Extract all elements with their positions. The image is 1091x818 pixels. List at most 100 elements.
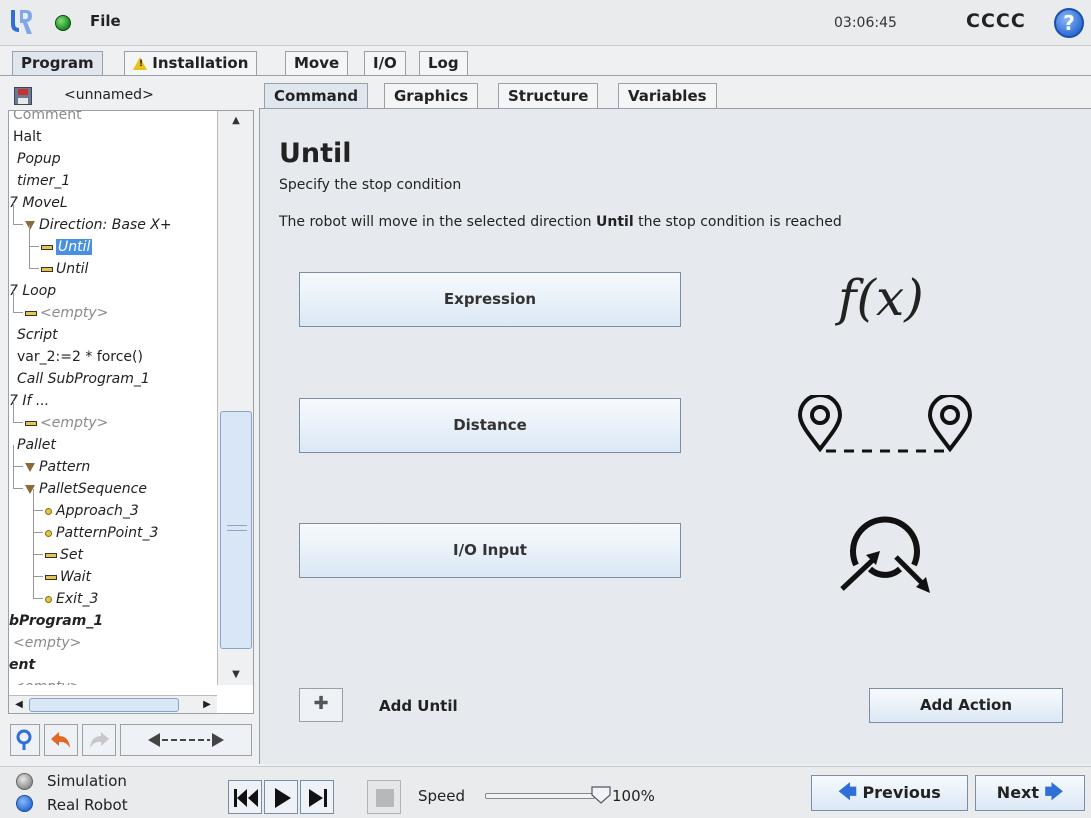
help-icon[interactable]: ? [1054, 8, 1084, 38]
tree-connector [13, 291, 23, 313]
stop-button[interactable] [367, 780, 401, 814]
tree-node-label: Halt [13, 129, 42, 145]
scroll-left-arrow-icon[interactable]: ◀ [11, 696, 27, 713]
add-action-button[interactable]: Add Action [869, 688, 1063, 723]
next-label: Next [996, 783, 1040, 802]
footer-bar: Simulation Real Robot Speed 100% 🡄 Previ… [0, 766, 1091, 818]
tree-node-label: bProgram_1 [9, 613, 104, 629]
add-until-label: Add Until [379, 697, 458, 715]
robot-status-icon [55, 15, 71, 31]
tab-structure[interactable]: Structure [498, 83, 599, 108]
scroll-up-arrow-icon[interactable]: ▲ [218, 111, 253, 131]
tree-connector [33, 489, 43, 511]
io-input-button[interactable]: I/O Input [299, 523, 681, 578]
command-bar-icon [45, 574, 57, 580]
tab-variables[interactable]: Variables [618, 83, 717, 108]
tree-node[interactable]: <empty> [13, 676, 81, 685]
real-robot-label: Real Robot [47, 796, 128, 814]
tab-label: Program [21, 54, 94, 72]
tree-node[interactable]: Until [41, 258, 88, 280]
speed-slider[interactable] [485, 793, 595, 799]
move-node-icon[interactable] [120, 724, 252, 756]
file-menu[interactable]: File [90, 12, 121, 30]
tab-program[interactable]: Program [12, 51, 103, 76]
expand-triangle-icon [25, 462, 35, 472]
tree-node[interactable]: Call SubProgram_1 [17, 368, 150, 390]
simulation-radio[interactable] [16, 773, 33, 790]
tree-node[interactable]: Until [41, 236, 93, 258]
play-icon [275, 788, 291, 808]
tree-node[interactable]: bProgram_1 [9, 610, 103, 632]
tree-node-label: Comment [13, 111, 82, 123]
tab-installation[interactable]: ! Installation [124, 51, 258, 75]
command-bar-icon [45, 552, 57, 558]
next-button[interactable]: Next 🡆 [975, 775, 1085, 811]
tree-node[interactable]: PalletSequence [25, 478, 147, 500]
tab-label: Variables [628, 87, 707, 105]
tree-node-label: Direction: Base X+ [39, 217, 172, 233]
tree-node[interactable]: Script [17, 324, 58, 346]
tab-io[interactable]: I/O [364, 51, 406, 75]
tree-node[interactable]: timer_1 [17, 170, 70, 192]
tree-connector [13, 467, 23, 489]
rewind-button[interactable] [228, 780, 262, 814]
tab-move[interactable]: Move [285, 51, 349, 75]
tree-node[interactable]: PatternPoint_3 [45, 522, 158, 544]
tree-node[interactable]: Exit_3 [45, 588, 98, 610]
tree-connector [33, 511, 43, 533]
scroll-down-arrow-icon[interactable]: ▼ [218, 665, 253, 685]
scroll-right-arrow-icon[interactable]: ▶ [199, 696, 215, 713]
tree-node[interactable]: Pattern [25, 456, 90, 478]
step-icon [309, 789, 327, 807]
tree-node[interactable]: <empty> [25, 412, 108, 434]
scroll-thumb[interactable] [29, 698, 179, 712]
tree-node[interactable]: Halt [13, 126, 42, 148]
horizontal-scrollbar[interactable]: ◀ ▶ [9, 695, 217, 713]
rewind-icon [234, 789, 258, 807]
tree-node[interactable]: Wait [45, 566, 91, 588]
tree-node[interactable]: Approach_3 [45, 500, 139, 522]
redo-icon[interactable] [82, 724, 116, 756]
simulation-label: Simulation [47, 772, 127, 790]
step-button[interactable] [300, 780, 334, 814]
tree-node[interactable]: Comment [13, 111, 82, 126]
tree-node-label: PalletSequence [39, 481, 147, 497]
tree-node-label: Script [17, 327, 58, 343]
tree-node-label: Popup [17, 151, 61, 167]
real-robot-radio[interactable] [16, 795, 33, 812]
tree-node[interactable]: <empty> [13, 632, 81, 654]
command-bar-icon [25, 420, 37, 426]
tree-node[interactable]: var_2:=2 * force() [17, 346, 143, 368]
tree-node[interactable]: Set [45, 544, 83, 566]
arrow-right-icon: 🡆 [1044, 782, 1064, 803]
vertical-scrollbar[interactable]: ▲ ▼ [217, 111, 253, 685]
tree-node[interactable]: Popup [17, 148, 61, 170]
program-tree: Comment Halt Popup timer_1 7 MoveL Direction:… [8, 110, 254, 714]
tree-node-label: var_2:=2 * force() [17, 349, 143, 365]
scroll-thumb[interactable] [220, 411, 252, 649]
distance-button[interactable]: Distance [299, 398, 681, 453]
tree-node-label: Until [56, 261, 89, 277]
tree-node[interactable]: Direction: Base X+ [25, 214, 172, 236]
tab-command[interactable]: Command [264, 83, 369, 108]
tab-log[interactable]: Log [419, 51, 468, 75]
fx-symbol: f(x) [838, 269, 924, 327]
expression-button[interactable]: Expression [299, 272, 681, 327]
undo-icon[interactable] [44, 724, 78, 756]
add-until-button[interactable]: ✚ [299, 688, 343, 722]
previous-button[interactable]: 🡄 Previous [811, 775, 968, 811]
speed-slider-handle[interactable] [590, 785, 612, 805]
tree-node-label: Until [56, 239, 93, 255]
waypoint-dot-icon [45, 507, 52, 515]
tab-graphics[interactable]: Graphics [384, 83, 479, 108]
tree-node[interactable]: ent [9, 654, 35, 676]
search-icon[interactable] [10, 724, 40, 756]
tab-label: Move [294, 54, 340, 72]
tree-node[interactable]: <empty> [25, 302, 108, 324]
play-button[interactable] [264, 780, 298, 814]
stop-icon [376, 789, 394, 807]
tree-node-label: <empty> [13, 635, 82, 651]
tree-node-label: PatternPoint_3 [56, 525, 159, 541]
save-icon[interactable] [14, 87, 32, 105]
waypoint-dot-icon [45, 595, 52, 603]
